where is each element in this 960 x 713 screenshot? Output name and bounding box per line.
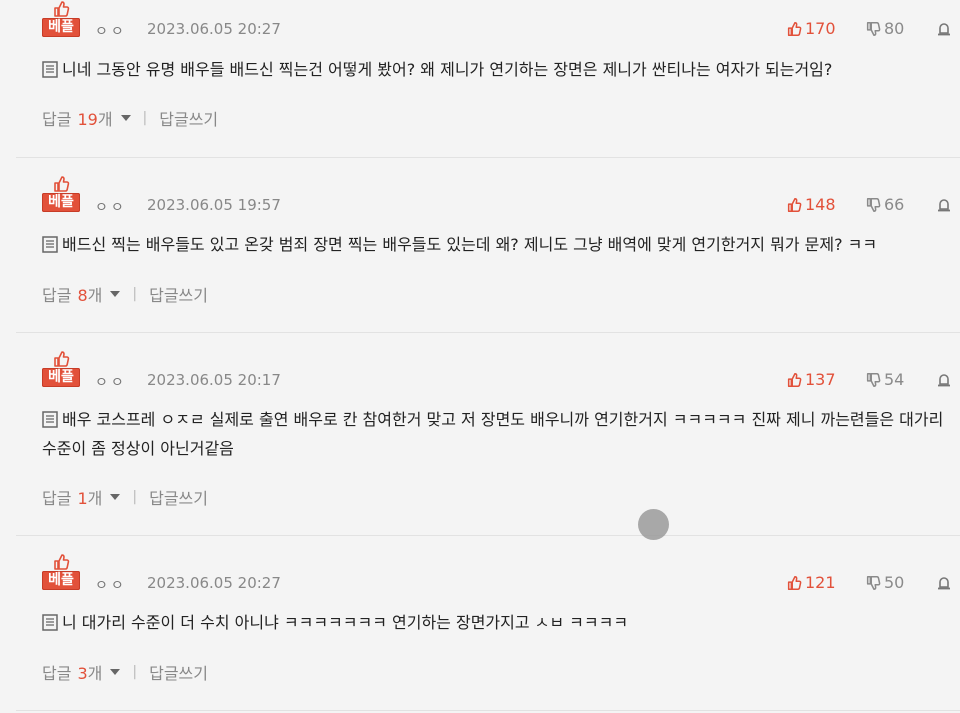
downvote-count: 80: [884, 19, 905, 38]
comment-item: 베플 ㅇㅇ 2023.06.05 20:17 137 54 배우 코스프레 ㅇㅈ…: [16, 333, 960, 536]
upvote-button[interactable]: 121: [786, 573, 836, 592]
comment-date: 2023.06.05 20:27: [147, 20, 281, 38]
siren-icon: [938, 577, 950, 590]
caret-down-icon[interactable]: [110, 291, 121, 297]
best-comment-list: 베플 ㅇㅇ 2023.06.05 20:27 170 80 니네 그동안 유명 …: [16, 0, 960, 711]
thumbs-up-icon: [54, 176, 70, 192]
divider: |: [132, 286, 138, 302]
reply-row: 답글 1개 | 답글쓰기: [42, 486, 208, 508]
reply-label: 답글: [42, 489, 72, 508]
upvote-button[interactable]: 170: [786, 19, 836, 38]
thumbs-up-icon: [787, 575, 802, 590]
thumbs-up-icon: [787, 21, 802, 36]
downvote-count: 66: [884, 195, 905, 214]
thumbs-up-icon: [54, 554, 70, 570]
write-reply-button[interactable]: 답글쓰기: [149, 485, 208, 509]
reply-unit: 개: [87, 489, 103, 508]
write-reply-button[interactable]: 답글쓰기: [149, 660, 208, 684]
comment-date: 2023.06.05 20:27: [147, 574, 281, 592]
upvote-button[interactable]: 148: [786, 195, 836, 214]
reply-label: 답글: [42, 286, 72, 305]
report-button[interactable]: [936, 21, 952, 41]
reply-label: 답글: [42, 664, 72, 683]
reply-row: 답글 19개 | 답글쓰기: [42, 107, 218, 129]
document-icon: [42, 236, 58, 253]
upvote-count: 148: [805, 195, 836, 214]
author-name: ㅇㅇ: [95, 375, 127, 391]
author-name: ㅇㅇ: [95, 578, 127, 594]
report-button[interactable]: [936, 372, 952, 392]
reply-unit: 개: [87, 664, 103, 683]
write-reply-button[interactable]: 답글쓰기: [159, 106, 218, 130]
thumbs-up-icon: [787, 197, 802, 212]
comment-text: 배드신 찍는 배우들도 있고 온갖 범죄 장면 찍는 배우들도 있는데 왜? 제…: [42, 230, 952, 259]
touch-indicator: [638, 509, 669, 540]
reply-count: 1: [77, 489, 88, 508]
reply-count: 3: [77, 664, 88, 683]
upvote-count: 137: [805, 370, 836, 389]
comment-item: 베플 ㅇㅇ 2023.06.05 20:27 121 50 니 대가리 수준이 …: [16, 536, 960, 711]
comment-text: 배우 코스프레 ㅇㅈㄹ 실제로 출연 배우로 칸 참여한거 맞고 저 장면도 배…: [42, 405, 952, 463]
comment-text: 니 대가리 수준이 더 수치 아니냐 ㅋㅋㅋㅋㅋㅋㅋ 연기하는 장면가지고 ㅅㅂ…: [42, 608, 952, 637]
reply-toggle[interactable]: 답글 8개: [42, 282, 102, 306]
upvote-count: 170: [805, 19, 836, 38]
downvote-button[interactable]: 80: [865, 19, 904, 38]
comment-meta: ㅇㅇ 2023.06.05 20:17 137 54: [16, 368, 960, 394]
reply-toggle[interactable]: 답글 1개: [42, 485, 102, 509]
downvote-count: 54: [884, 370, 905, 389]
comment-item: 베플 ㅇㅇ 2023.06.05 19:57 148 66 배드신 찍는 배우들…: [16, 158, 960, 333]
reply-row: 답글 8개 | 답글쓰기: [42, 283, 208, 305]
caret-down-icon[interactable]: [110, 669, 121, 675]
downvote-button[interactable]: 66: [865, 195, 904, 214]
document-icon: [42, 411, 58, 428]
thumbs-down-icon: [866, 575, 881, 590]
write-reply-button[interactable]: 답글쓰기: [149, 282, 208, 306]
divider: |: [132, 489, 138, 505]
thumbs-up-icon: [54, 351, 70, 367]
comment-meta: ㅇㅇ 2023.06.05 19:57 148 66: [16, 193, 960, 219]
siren-icon: [938, 374, 950, 387]
thumbs-down-icon: [866, 21, 881, 36]
reply-toggle[interactable]: 답글 3개: [42, 660, 102, 684]
upvote-button[interactable]: 137: [786, 370, 836, 389]
author-name: ㅇㅇ: [95, 24, 127, 40]
thumbs-up-icon: [787, 372, 802, 387]
caret-down-icon[interactable]: [110, 494, 121, 500]
document-icon: [42, 61, 58, 78]
reply-count: 19: [77, 110, 98, 129]
comment-text: 니네 그동안 유명 배우들 배드신 찍는건 어떻게 봤어? 왜 제니가 연기하는…: [42, 55, 952, 84]
divider: |: [142, 110, 148, 126]
report-button[interactable]: [936, 197, 952, 217]
reply-count: 8: [77, 286, 88, 305]
thumbs-down-icon: [866, 197, 881, 212]
thumbs-down-icon: [866, 372, 881, 387]
reply-label: 답글: [42, 110, 72, 129]
siren-icon: [938, 23, 950, 36]
author-name: ㅇㅇ: [95, 200, 127, 216]
thumbs-up-icon: [54, 1, 70, 17]
reply-toggle[interactable]: 답글 19개: [42, 106, 113, 130]
comment-item: 베플 ㅇㅇ 2023.06.05 20:27 170 80 니네 그동안 유명 …: [16, 0, 960, 158]
comment-body: 배드신 찍는 배우들도 있고 온갖 범죄 장면 찍는 배우들도 있는데 왜? 제…: [62, 235, 878, 254]
siren-icon: [938, 199, 950, 212]
comment-body: 배우 코스프레 ㅇㅈㄹ 실제로 출연 배우로 칸 참여한거 맞고 저 장면도 배…: [42, 410, 944, 458]
comment-date: 2023.06.05 19:57: [147, 196, 281, 214]
report-button[interactable]: [936, 575, 952, 595]
comment-date: 2023.06.05 20:17: [147, 371, 281, 389]
reply-unit: 개: [97, 110, 113, 129]
upvote-count: 121: [805, 573, 836, 592]
comment-body: 니네 그동안 유명 배우들 배드신 찍는건 어떻게 봤어? 왜 제니가 연기하는…: [62, 60, 833, 79]
divider: |: [132, 664, 138, 680]
comment-meta: ㅇㅇ 2023.06.05 20:27 121 50: [16, 571, 960, 597]
comment-body: 니 대가리 수준이 더 수치 아니냐 ㅋㅋㅋㅋㅋㅋㅋ 연기하는 장면가지고 ㅅㅂ…: [62, 613, 629, 632]
downvote-button[interactable]: 54: [865, 370, 904, 389]
caret-down-icon[interactable]: [120, 115, 131, 121]
downvote-button[interactable]: 50: [865, 573, 904, 592]
downvote-count: 50: [884, 573, 905, 592]
reply-unit: 개: [87, 286, 103, 305]
comment-meta: ㅇㅇ 2023.06.05 20:27 170 80: [16, 17, 960, 43]
document-icon: [42, 614, 58, 631]
reply-row: 답글 3개 | 답글쓰기: [42, 661, 208, 683]
